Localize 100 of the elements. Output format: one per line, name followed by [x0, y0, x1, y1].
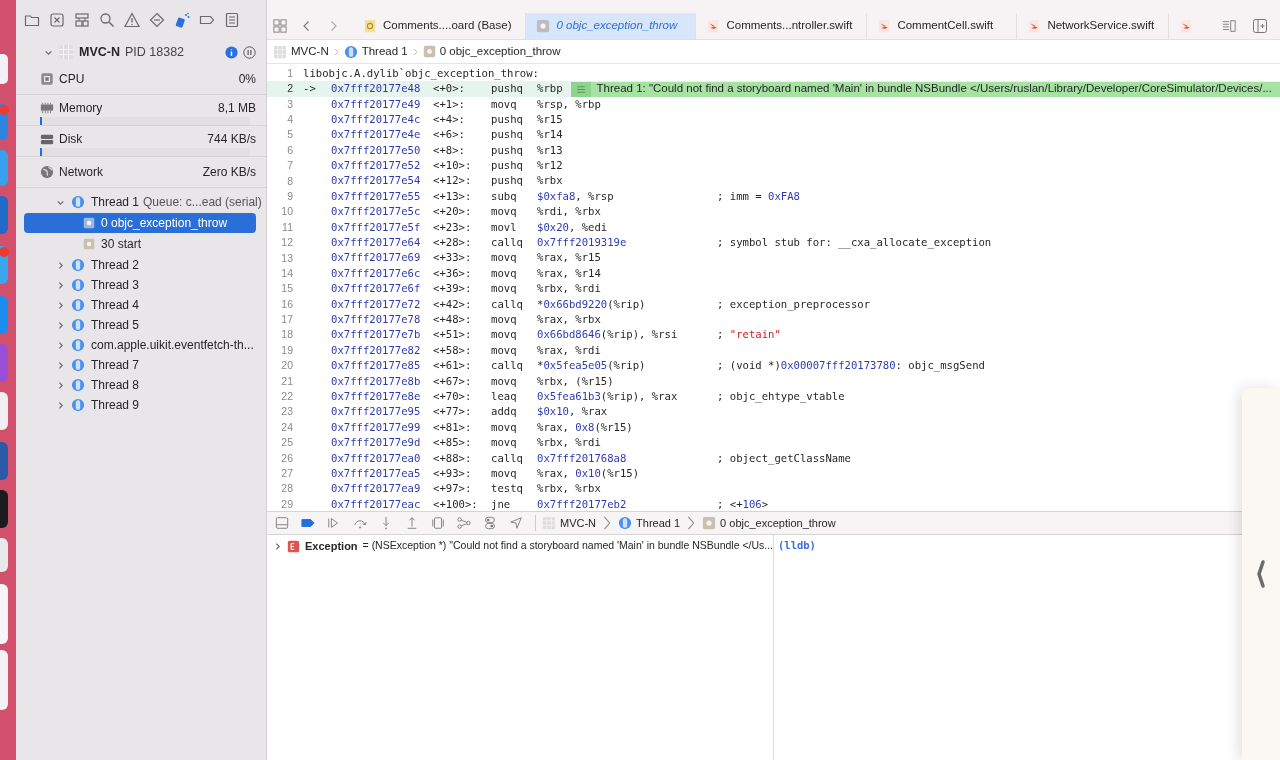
add-editor-icon[interactable]	[1252, 18, 1268, 34]
step-out-icon[interactable]	[405, 516, 419, 530]
thread-icon	[71, 358, 85, 372]
search-icon[interactable]	[99, 12, 115, 28]
thread-icon	[71, 378, 85, 392]
code-line: 0x7fff20177e8b <+67>: movq %rbx, (%r15)	[331, 373, 614, 389]
editor-tab[interactable]: NetworkService.swift	[1017, 13, 1170, 39]
editor-tab[interactable]: Comments...ntroller.swift	[696, 13, 868, 39]
thread-name[interactable]: Thread 2	[91, 256, 140, 274]
thread-name[interactable]: Thread 7	[91, 356, 140, 374]
chevron-left-icon[interactable]	[1256, 559, 1266, 589]
code-line: 0x7fff20177e48 <+0>: pushq %rbp	[331, 81, 563, 97]
gauge-label[interactable]: CPU	[59, 70, 85, 88]
variable-name[interactable]: Exception	[305, 538, 358, 555]
chevron-right-icon[interactable]	[56, 260, 65, 270]
thread-name[interactable]: Thread 3	[91, 276, 140, 294]
chevron-right-icon[interactable]	[273, 541, 282, 551]
line-number: 16	[280, 296, 294, 312]
breadcrumb-item[interactable]: MVC-N	[560, 514, 597, 532]
process-id: PID 18382	[124, 43, 185, 61]
code-line: 0x7fff20177e5c <+20>: movq %rdi, %rbx	[331, 204, 601, 220]
drive-icon	[40, 132, 54, 146]
line-number: 22	[280, 389, 294, 405]
list-icon[interactable]	[224, 12, 240, 28]
line-number: 24	[280, 419, 294, 435]
gauge-label[interactable]: Network	[59, 163, 103, 181]
warning-icon[interactable]	[124, 12, 140, 28]
chevron-right-icon[interactable]	[56, 380, 65, 390]
editor-tab[interactable]: CommentCell.swift	[867, 13, 1018, 39]
thread-name[interactable]: Thread 8	[91, 376, 140, 394]
memory-graph-icon[interactable]	[457, 516, 471, 530]
panel-toggle-icon[interactable]	[275, 516, 289, 530]
thread-name[interactable]: Thread 9	[91, 396, 140, 414]
thread-name[interactable]: Thread 5	[91, 316, 140, 334]
diamond-icon[interactable]	[149, 12, 165, 28]
chevron-right-icon[interactable]	[56, 340, 65, 350]
thread-icon	[71, 398, 85, 412]
swift-file-icon	[877, 19, 892, 33]
thread-name[interactable]: com.apple.uikit.eventfetch-th...	[91, 336, 254, 354]
thread-icon	[618, 516, 633, 530]
chevron-right-icon[interactable]	[56, 280, 65, 290]
line-number: 20	[280, 358, 294, 374]
line-number: 27	[280, 466, 294, 481]
breadcrumb-item[interactable]: Thread 1	[636, 514, 681, 532]
breakpoint-icon[interactable]	[301, 516, 315, 530]
chevron-right-icon[interactable]	[56, 400, 65, 410]
code-line: 0x7fff20177e82 <+58>: movq %rax, %rdi	[331, 342, 601, 358]
code-line: 0x7fff20177ea5 <+93>: movq %rax, 0x10(%r15)	[331, 465, 640, 481]
app-grid-icon	[542, 516, 556, 530]
line-number: 21	[280, 373, 294, 389]
breadcrumb-item[interactable]: 0 objc_exception_throw	[720, 514, 836, 532]
breadcrumb-item[interactable]: Thread 1	[361, 42, 408, 61]
folder-icon[interactable]	[24, 12, 40, 28]
line-number: 14	[280, 265, 294, 281]
chevron-right-icon[interactable]	[56, 320, 65, 330]
gauge-value: Zero KB/s	[202, 164, 256, 181]
location-icon[interactable]	[509, 516, 523, 530]
gauge-value: 744 KB/s	[207, 131, 256, 148]
spray-can-icon[interactable]	[174, 12, 190, 28]
stack-frame-row[interactable]: 0 objc_exception_throw	[24, 213, 256, 233]
code-line: 0x7fff20177e5f <+23>: movl $0x20, %edi	[331, 219, 608, 235]
console-prompt: (lldb)	[778, 539, 816, 551]
thread-icon	[71, 195, 85, 209]
chevron-right-icon[interactable]	[56, 300, 65, 310]
breadcrumb-item[interactable]: 0 objc_exception_throw	[439, 42, 561, 61]
app-grid-icon	[273, 44, 287, 59]
thread-name[interactable]: Thread 4	[91, 296, 140, 314]
stack-frame-row[interactable]: 30 start	[24, 234, 256, 254]
line-number: 4	[286, 112, 294, 127]
line-number: 29	[280, 496, 294, 511]
line-number: 8	[286, 173, 294, 189]
gauge-value: 8,1 MB	[218, 100, 256, 117]
swift-file-icon	[706, 19, 721, 33]
code-line: 0x7fff20177e95 <+77>: addq $0x10, %rax	[331, 404, 608, 420]
thread-icon	[71, 258, 85, 272]
code-line: libobjc.A.dylib`objc_exception_throw:	[303, 65, 539, 82]
continue-icon[interactable]	[327, 516, 341, 530]
thread-icon	[71, 338, 85, 352]
inspector-layout-icon[interactable]	[1220, 19, 1238, 33]
breadcrumb-item[interactable]: MVC-N	[291, 42, 329, 61]
thread-name[interactable]: Thread 1	[91, 193, 140, 211]
line-number: 1	[286, 65, 294, 81]
hierarchy-icon[interactable]	[74, 12, 90, 28]
code-line: 0x7fff20177e50 <+8>: pushq %r13	[331, 142, 563, 158]
view-hierarchy-icon[interactable]	[431, 516, 445, 530]
line-number: 2	[286, 81, 294, 97]
variable-value: = (NSException *) "Could not find a storyboard named 'Main' in bundle NSBundle </Us...	[362, 538, 774, 554]
pause-icon[interactable]	[243, 45, 256, 59]
code-line: 0x7fff20177e54 <+12>: pushq %rbx	[331, 173, 563, 189]
gauge-label[interactable]: Disk	[59, 130, 83, 148]
toggles-icon[interactable]	[483, 516, 497, 530]
info-icon[interactable]	[225, 45, 238, 59]
exception-icon	[287, 539, 300, 553]
editor-tab[interactable]: 0 objc_exception_throw	[526, 13, 697, 39]
globe-icon	[40, 165, 54, 179]
gauge-label[interactable]: Memory	[59, 99, 103, 117]
grid-icon[interactable]	[273, 19, 287, 33]
close-box-icon[interactable]	[49, 12, 65, 28]
chevron-right-icon[interactable]	[56, 360, 65, 370]
swift-file-icon	[1027, 19, 1042, 33]
